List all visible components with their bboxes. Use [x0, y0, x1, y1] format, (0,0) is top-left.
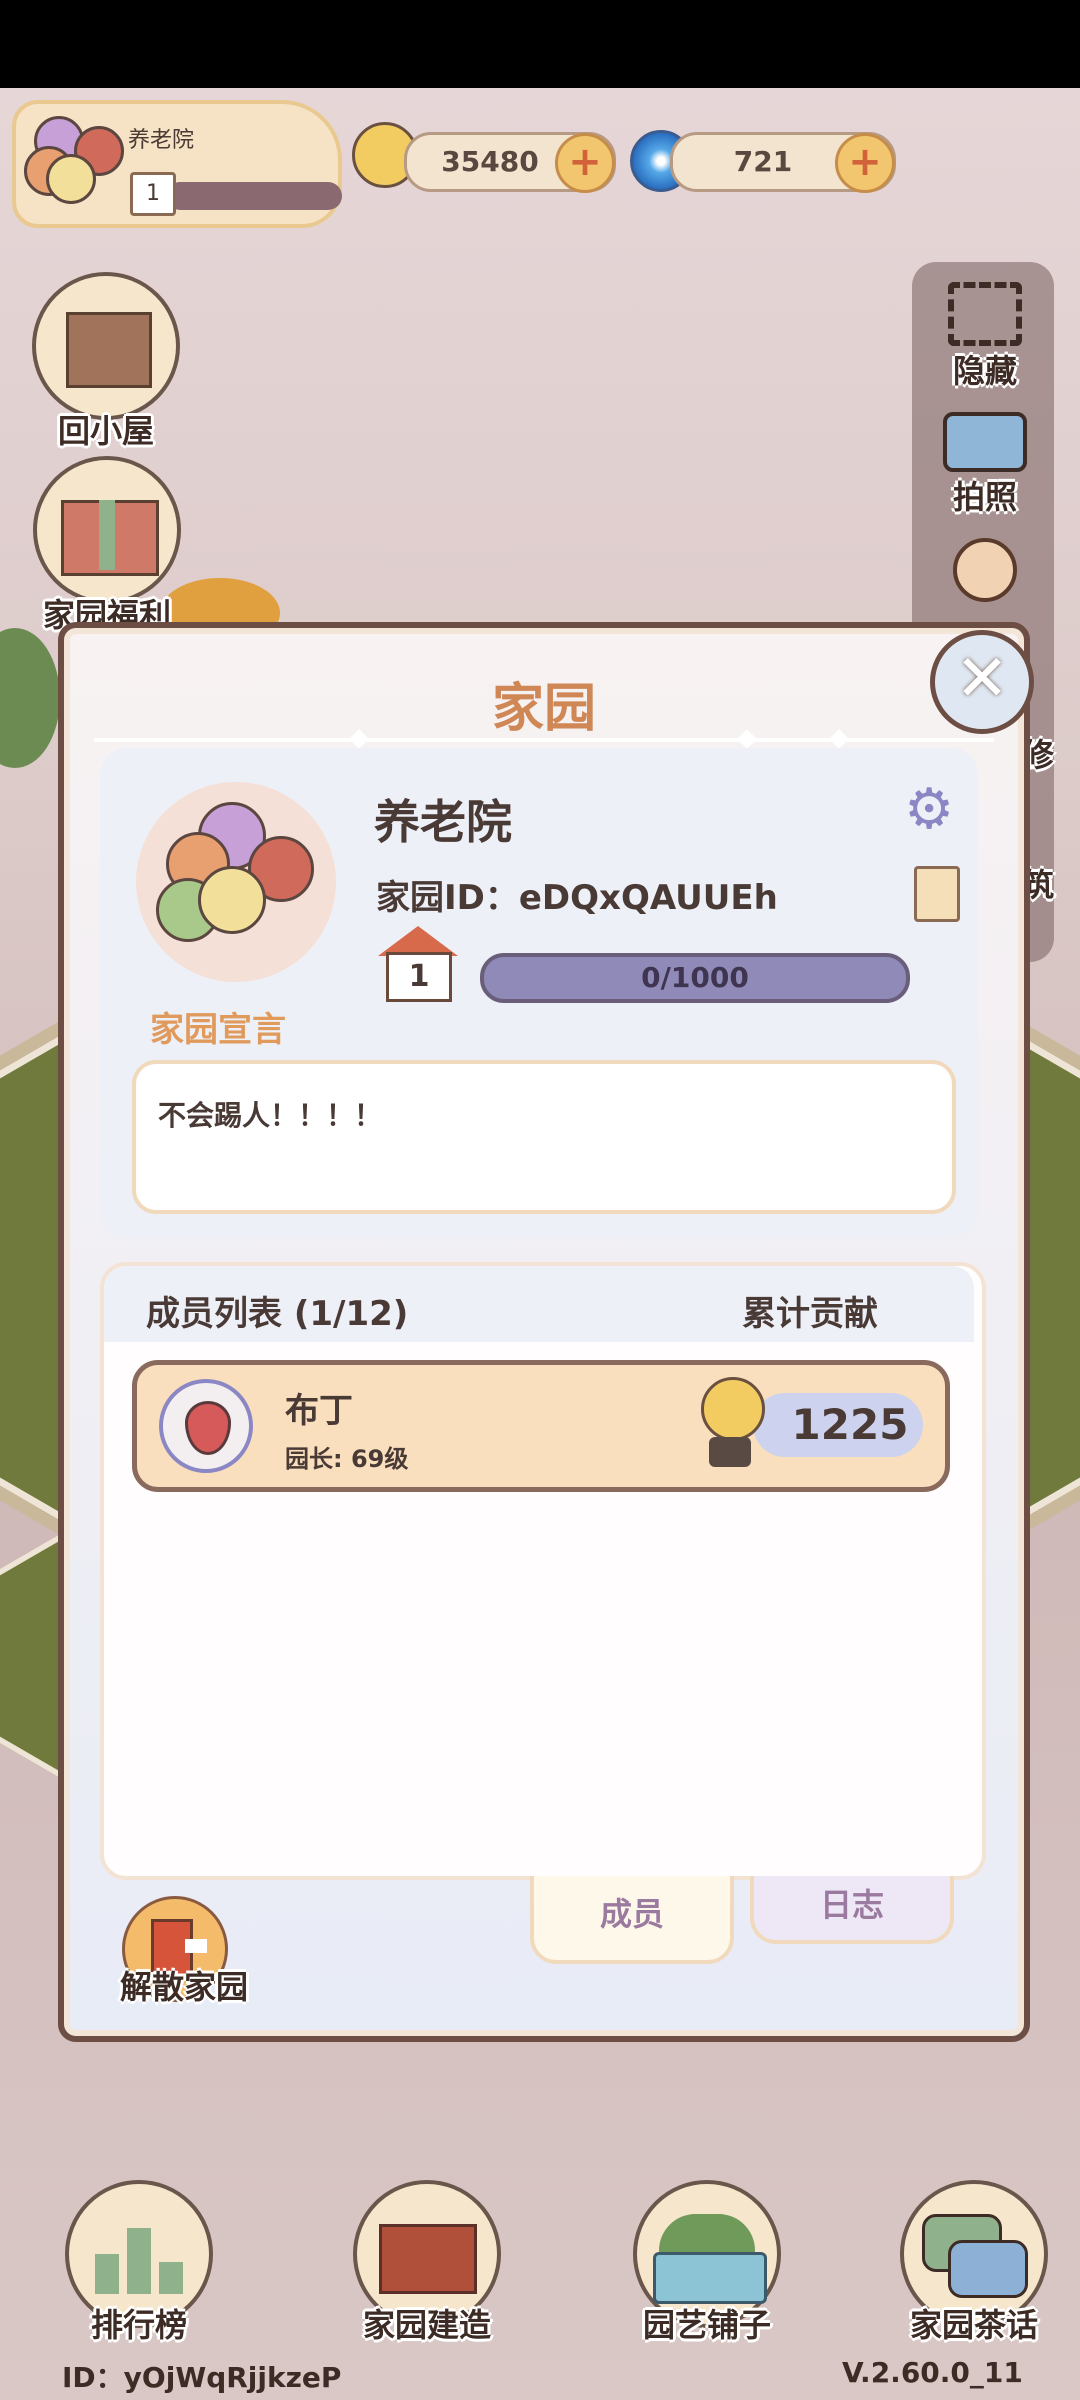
close-button[interactable]: ✕: [930, 630, 1034, 734]
garden-welfare-button[interactable]: 家园福利: [22, 456, 192, 636]
garden-name-title: 养老院: [374, 795, 512, 849]
garden-exp-bar: 0/1000: [480, 953, 910, 1003]
level-number: 1: [386, 952, 452, 1002]
dialog-title: 家园: [491, 679, 596, 739]
photo-label: 拍照: [952, 478, 1017, 516]
tab-log[interactable]: 日志: [750, 1876, 954, 1944]
settings-gear-icon[interactable]: ⚙: [904, 782, 960, 838]
garden-avatar: [136, 782, 336, 982]
garden-id: 家园ID：eDQxQAUUEh: [376, 878, 778, 918]
member-contribution: 1225: [753, 1393, 923, 1457]
camera-icon: [943, 412, 1027, 472]
version-label: V.2.60.0_11: [842, 2356, 1023, 2389]
user-id: ID：yOjWqRjjkzeP: [62, 2361, 342, 2394]
garden-chat-label: 家园茶话: [909, 2306, 1038, 2344]
strawberry-avatar-icon: [159, 1379, 253, 1473]
member-list-panel: [100, 1262, 986, 1880]
title-divider: [94, 738, 994, 742]
back-to-house-button[interactable]: 回小屋: [26, 272, 186, 452]
swirl-currency-value: 721: [733, 145, 793, 178]
manifesto-label: 家园宣言: [150, 1010, 286, 1050]
member-count-label: 成员列表 (1/12): [146, 1294, 409, 1334]
status-bar: [0, 0, 1080, 88]
balloon-icon: [198, 866, 266, 934]
hide-frame-icon: [948, 282, 1022, 346]
house-icon: [32, 272, 180, 420]
contribution-header: 累计贡献: [742, 1294, 878, 1334]
garden-level-badge: 1: [130, 172, 176, 216]
hide-button[interactable]: 隐藏: [930, 282, 1040, 392]
garden-chat-button[interactable]: 家园茶话: [884, 2180, 1064, 2346]
snail-trophy-icon: [697, 1377, 765, 1473]
member-name: 布丁: [285, 1391, 353, 1431]
member-row[interactable]: 布丁 园长: 69级 1225: [132, 1360, 950, 1492]
photo-button[interactable]: 拍照: [930, 412, 1040, 518]
garden-build-button[interactable]: 家园建造: [332, 2180, 522, 2346]
add-swirl-currency-button[interactable]: +: [835, 133, 895, 193]
manifesto-text: 不会踢人！！！！: [158, 1099, 383, 1132]
level-house-icon: 1: [376, 926, 460, 1002]
garden-shop-label: 园艺铺子: [642, 2306, 771, 2344]
add-snail-currency-button[interactable]: +: [555, 133, 615, 193]
tab-members[interactable]: 成员: [530, 1876, 734, 1964]
member-role: 园长: 69级: [285, 1445, 409, 1473]
dissolve-garden-label[interactable]: 解散家园: [120, 1962, 248, 2008]
gift-icon: [33, 456, 181, 604]
garden-build-label: 家园建造: [362, 2306, 491, 2344]
copy-id-icon[interactable]: [914, 866, 960, 922]
leaderboard-label: 排行榜: [90, 2306, 187, 2344]
garden-name: 养老院: [128, 128, 195, 153]
snail-currency: 35480 +: [404, 132, 616, 193]
back-to-house-label: 回小屋: [57, 412, 154, 450]
garden-info-card[interactable]: 养老院 1: [12, 100, 342, 228]
leaderboard-button[interactable]: 排行榜: [64, 2180, 214, 2346]
person-icon: [953, 538, 1017, 602]
swirl-currency: 721 +: [670, 132, 896, 193]
person-button[interactable]: [930, 538, 1040, 602]
snail-currency-value: 35480: [441, 145, 539, 178]
hide-label: 隐藏: [952, 352, 1017, 390]
shrub: [0, 628, 60, 768]
manifesto-box[interactable]: 不会踢人！！！！: [132, 1060, 956, 1214]
balloon-icon: [46, 154, 96, 204]
garden-shop-button[interactable]: 园艺铺子: [612, 2180, 802, 2346]
garden-progress-bar: [166, 182, 342, 210]
